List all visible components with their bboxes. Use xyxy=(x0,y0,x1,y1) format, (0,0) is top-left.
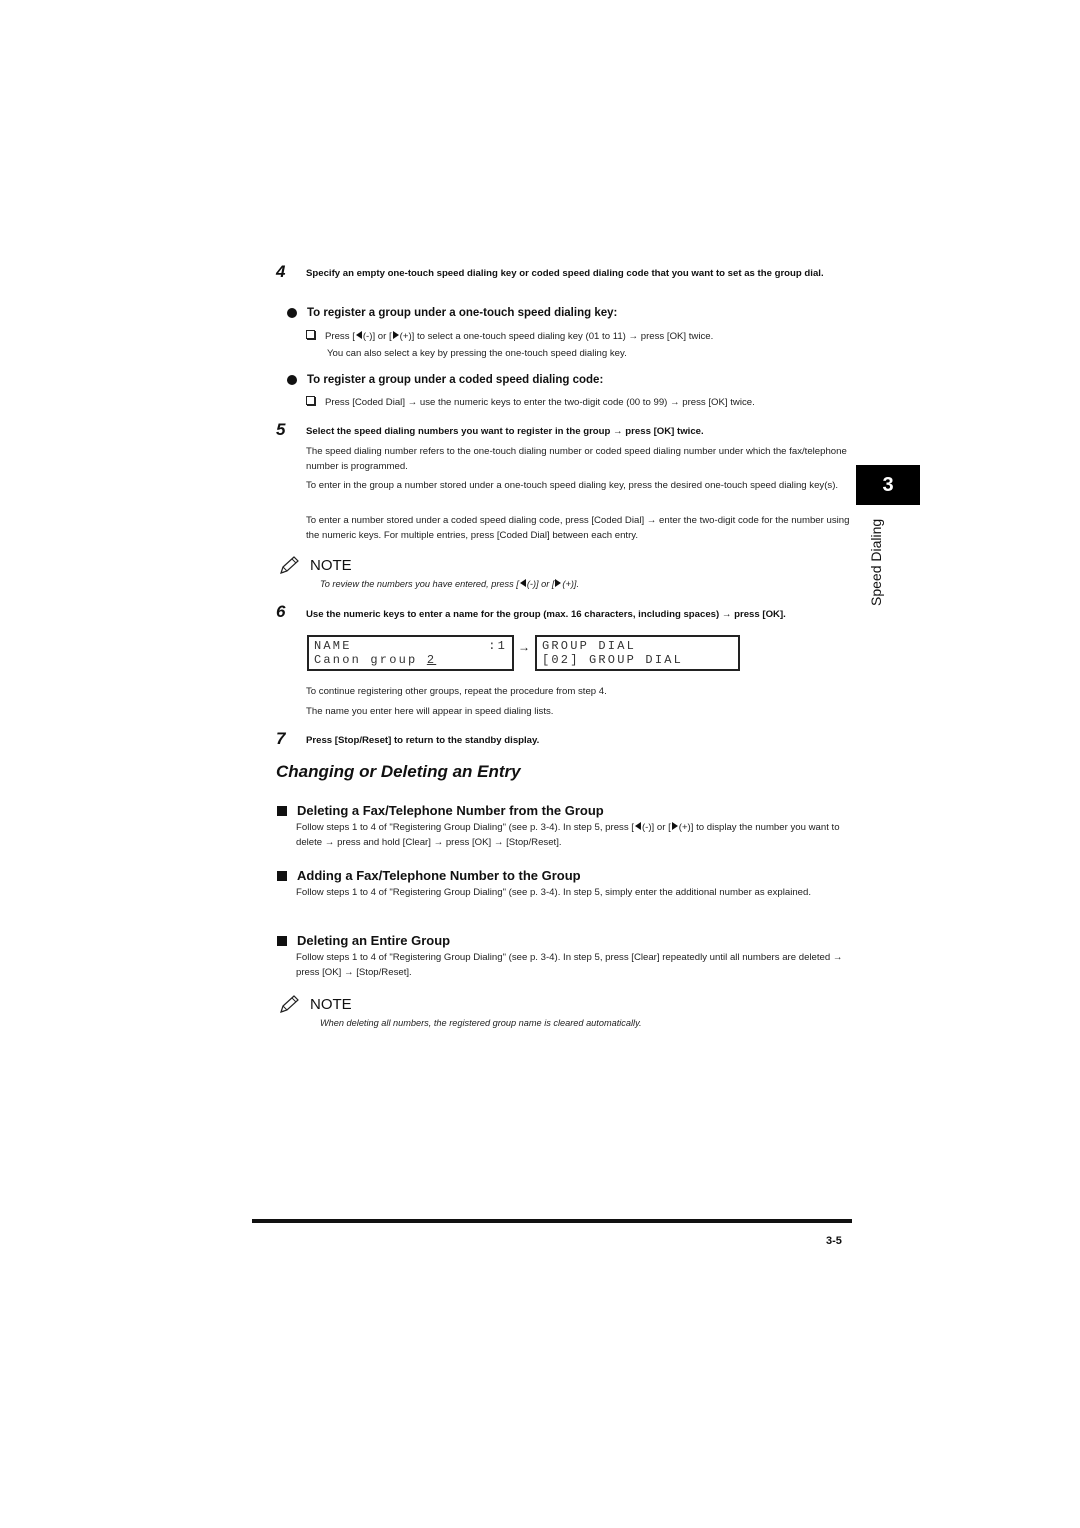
right-arrow-key-icon xyxy=(555,579,562,587)
subsection-heading-delete-group: Deleting an Entire Group xyxy=(277,933,450,948)
lcd-name-value: Canon group xyxy=(314,653,427,667)
right-arrow-key-icon xyxy=(392,331,399,339)
note-label: NOTE xyxy=(310,556,352,574)
option-one-touch-heading: To register a group under a one-touch sp… xyxy=(287,307,617,319)
step-6-paragraph: The name you enter here will appear in s… xyxy=(306,706,554,717)
lcd-cursor-char: 2 xyxy=(426,653,437,667)
bullet-icon xyxy=(287,308,297,318)
left-arrow-key-icon xyxy=(634,822,641,830)
right-arrow-key-icon xyxy=(671,822,678,830)
lcd-display-name: NAME :1 Canon group 2 xyxy=(307,635,514,671)
lcd-group-line1: GROUP DIAL xyxy=(542,639,637,653)
left-arrow-key-icon xyxy=(355,331,362,339)
footer-divider xyxy=(252,1219,852,1223)
section-title: Changing or Deleting an Entry xyxy=(276,762,521,781)
subsection-body-delete-number: Follow steps 1 to 4 of "Registering Grou… xyxy=(296,822,840,848)
lcd-display-group: GROUP DIAL [02] GROUP DIAL xyxy=(535,635,740,671)
step-6-title: Use the numeric keys to enter a name for… xyxy=(306,609,786,620)
step-5-paragraph: To enter in the group a number stored un… xyxy=(306,480,839,491)
chapter-title: Speed Dialing xyxy=(868,518,884,606)
option-one-touch-heading-text: To register a group under a one-touch sp… xyxy=(307,307,618,319)
pencil-icon xyxy=(280,556,299,574)
lcd-group-line2: [02] GROUP DIAL xyxy=(542,653,684,667)
note-heading: NOTE xyxy=(278,555,352,575)
step-number-6: 6 xyxy=(276,602,286,621)
option-coded-item: Press [Coded Dial] → use the numeric key… xyxy=(306,395,846,411)
step-6-paragraph: To continue registering other groups, re… xyxy=(306,686,607,697)
checkbox-icon xyxy=(306,330,315,339)
chapter-tab: 3 xyxy=(856,465,920,505)
chapter-number: 3 xyxy=(882,473,894,496)
checkbox-icon xyxy=(306,396,315,405)
arrow-icon: → xyxy=(518,640,530,654)
left-arrow-key-icon xyxy=(519,579,526,587)
step-5-paragraph: The speed dialing number refers to the o… xyxy=(306,446,847,472)
step-7-title: Press [Stop/Reset] to return to the stan… xyxy=(306,735,540,746)
pencil-icon xyxy=(280,995,299,1013)
step-4-title: Specify an empty one-touch speed dialing… xyxy=(306,268,824,279)
option-coded-heading-text: To register a group under a coded speed … xyxy=(307,374,604,386)
option-coded-heading: To register a group under a coded speed … xyxy=(287,374,603,386)
subsection-body-add-number: Follow steps 1 to 4 of "Registering Grou… xyxy=(296,887,812,898)
lcd-name-label: NAME xyxy=(314,639,352,653)
step-number-5: 5 xyxy=(276,420,286,439)
step-number-7: 7 xyxy=(276,729,286,748)
option-one-touch-extra: You can also select a key by pressing th… xyxy=(327,348,627,359)
subsection-heading-add-number: Adding a Fax/Telephone Number to the Gro… xyxy=(277,868,581,883)
square-bullet-icon xyxy=(277,870,287,881)
step-number-4: 4 xyxy=(276,262,286,281)
bullet-icon xyxy=(287,375,297,385)
subsection-body-delete-group: Follow steps 1 to 4 of "Registering Grou… xyxy=(296,952,843,978)
note-label: NOTE xyxy=(310,995,352,1013)
note-heading: NOTE xyxy=(278,994,352,1014)
lcd-name-index: :1 xyxy=(488,639,507,653)
step-5-paragraph: To enter a number stored under a coded s… xyxy=(306,515,850,541)
square-bullet-icon xyxy=(277,805,287,816)
note-text: To review the numbers you have entered, … xyxy=(320,579,579,589)
square-bullet-icon xyxy=(277,935,287,946)
option-one-touch-item: Press [(-)] or [(+)] to select a one-tou… xyxy=(306,329,846,345)
note-text: When deleting all numbers, the registere… xyxy=(320,1018,642,1028)
subsection-heading-delete-number: Deleting a Fax/Telephone Number from the… xyxy=(277,803,604,818)
page-number: 3-5 xyxy=(826,1235,842,1247)
step-5-title: Select the speed dialing numbers you wan… xyxy=(306,426,704,437)
